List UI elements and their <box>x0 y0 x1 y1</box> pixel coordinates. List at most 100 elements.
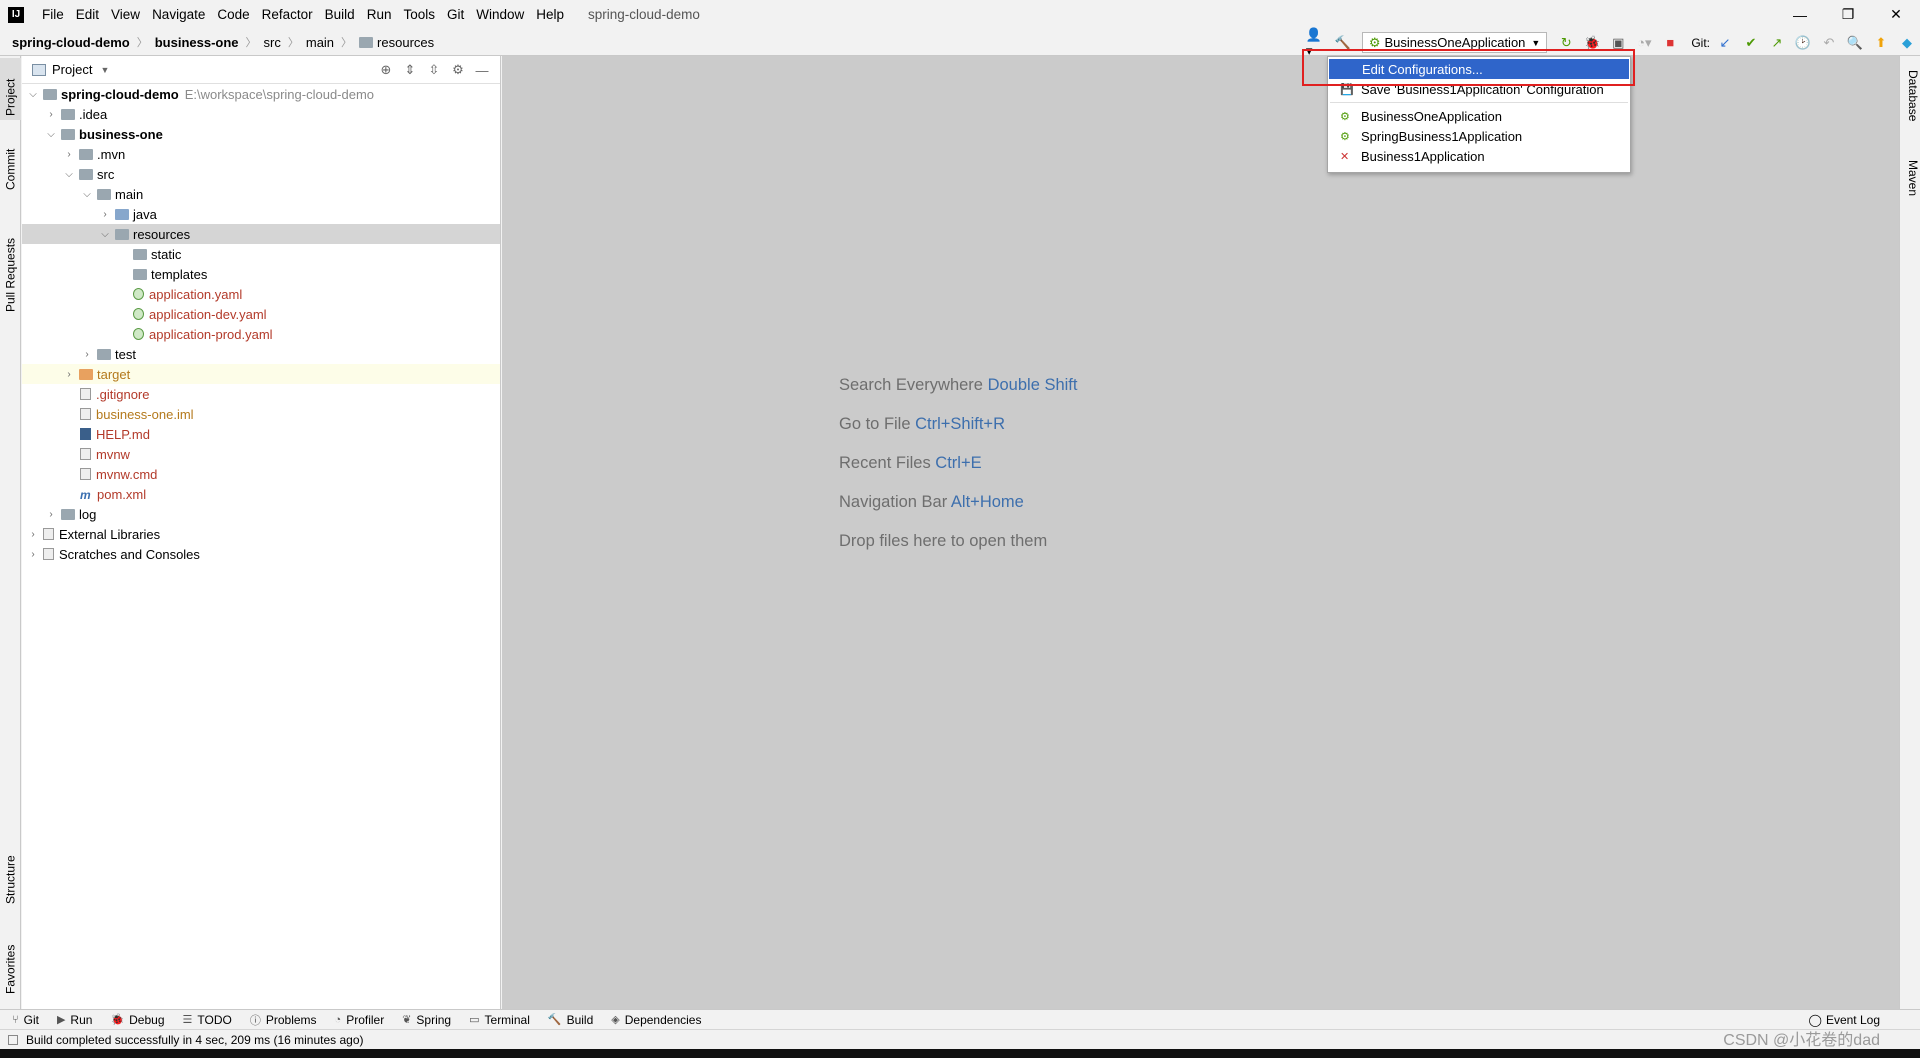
tab-database[interactable]: Database <box>1899 66 1920 136</box>
config-item-spring-business1[interactable]: ⚙ SpringBusiness1Application <box>1328 126 1630 146</box>
breadcrumb-main[interactable]: main <box>306 35 334 50</box>
search-icon[interactable]: 🔍 <box>1844 32 1866 54</box>
project-panel-title[interactable]: Project <box>52 62 92 77</box>
menu-build[interactable]: Build <box>319 7 361 22</box>
tree-node-test[interactable]: › test <box>22 344 500 364</box>
breadcrumb-project[interactable]: spring-cloud-demo <box>12 35 130 50</box>
history-icon[interactable]: 🕑 <box>1792 32 1814 54</box>
collapsed-arrow-icon[interactable]: › <box>62 369 76 380</box>
tab-profiler[interactable]: ◔ Profiler <box>335 1013 385 1027</box>
collapsed-arrow-icon[interactable]: › <box>62 149 76 160</box>
hint-go-to-file: Go to File Ctrl+Shift+R <box>839 415 1005 434</box>
expanded-arrow-icon[interactable]: ⌵ <box>62 169 76 180</box>
expanded-arrow-icon[interactable]: ⌵ <box>44 129 58 140</box>
jetbrains-icon[interactable]: ◆ <box>1896 32 1918 54</box>
tree-node-target[interactable]: › target <box>22 364 500 384</box>
tab-structure[interactable]: Structure <box>0 836 21 908</box>
editor-area[interactable]: Search Everywhere Double Shift Go to Fil… <box>502 56 1899 1009</box>
tree-node-application-prod-yaml[interactable]: application-prod.yaml <box>22 324 500 344</box>
tree-node-log[interactable]: › log <box>22 504 500 524</box>
tree-node-iml[interactable]: business-one.iml <box>22 404 500 424</box>
git-update-icon[interactable]: ↙ <box>1714 32 1736 54</box>
tree-node-external-libraries[interactable]: › External Libraries <box>22 524 500 544</box>
breadcrumb-src[interactable]: src <box>264 35 281 50</box>
tree-node-idea[interactable]: › .idea <box>22 104 500 124</box>
menu-window[interactable]: Window <box>470 7 530 22</box>
tree-node-help-md[interactable]: HELP.md <box>22 424 500 444</box>
expand-all-icon[interactable]: ⇕ <box>398 62 422 78</box>
tab-favorites[interactable]: Favorites <box>0 926 21 998</box>
minimize-button[interactable]: — <box>1776 0 1824 29</box>
menu-file[interactable]: File <box>36 7 70 22</box>
tab-project[interactable]: Project <box>0 58 21 120</box>
config-item-business1[interactable]: ✕ Business1Application <box>1328 146 1630 166</box>
collapsed-arrow-icon[interactable]: › <box>98 209 112 220</box>
tree-node-business-one[interactable]: ⌵ business-one <box>22 124 500 144</box>
git-push-icon[interactable]: ↗ <box>1766 32 1788 54</box>
chevron-down-icon[interactable]: ▼ <box>100 65 109 75</box>
menu-help[interactable]: Help <box>530 7 570 22</box>
hide-icon[interactable]: — <box>470 63 494 78</box>
rollback-icon[interactable]: ↶ <box>1818 32 1840 54</box>
collapsed-arrow-icon[interactable]: › <box>44 509 58 520</box>
locate-icon[interactable]: ⊕ <box>374 62 398 78</box>
expanded-arrow-icon[interactable]: ⌵ <box>80 189 94 200</box>
update-icon[interactable]: ⬆ <box>1870 32 1892 54</box>
gear-icon[interactable]: ⚙ <box>446 62 470 78</box>
tab-dependencies[interactable]: ◈ Dependencies <box>611 1013 701 1027</box>
collapsed-arrow-icon[interactable]: › <box>44 109 58 120</box>
tab-pull-requests[interactable]: Pull Requests <box>0 216 21 316</box>
tree-node-main[interactable]: ⌵ main <box>22 184 500 204</box>
profile-icon[interactable]: ◔▾ <box>1633 32 1655 54</box>
tab-git[interactable]: ⑂ Git <box>12 1013 39 1027</box>
git-commit-icon[interactable]: ✔ <box>1740 32 1762 54</box>
status-square-icon[interactable] <box>8 1034 18 1045</box>
tree-node-src[interactable]: ⌵ src <box>22 164 500 184</box>
tab-commit[interactable]: Commit <box>0 136 21 194</box>
tree-node-application-yaml[interactable]: application.yaml <box>22 284 500 304</box>
tree-node-gitignore[interactable]: .gitignore <box>22 384 500 404</box>
tab-terminal[interactable]: ▭ Terminal <box>469 1013 530 1027</box>
tab-maven[interactable]: Maven <box>1899 156 1920 216</box>
stop-icon[interactable]: ■ <box>1659 32 1681 54</box>
menu-code[interactable]: Code <box>211 7 255 22</box>
tab-spring[interactable]: ❦ Spring <box>402 1013 451 1027</box>
tab-problems[interactable]: ⓘ Problems <box>250 1012 317 1028</box>
expanded-arrow-icon[interactable]: ⌵ <box>26 89 40 100</box>
hint-key: Ctrl+Shift+R <box>915 415 1005 433</box>
collapse-all-icon[interactable]: ⇳ <box>422 62 446 78</box>
tree-node-resources[interactable]: ⌵ resources <box>22 224 500 244</box>
tree-node-mvn[interactable]: › .mvn <box>22 144 500 164</box>
tab-build[interactable]: 🔨 Build <box>548 1013 593 1027</box>
tree-node-scratches[interactable]: › Scratches and Consoles <box>22 544 500 564</box>
menu-git[interactable]: Git <box>441 7 470 22</box>
tree-node-static[interactable]: static <box>22 244 500 264</box>
tab-todo[interactable]: ☰ TODO <box>183 1013 232 1027</box>
tab-label: Profiler <box>346 1012 385 1027</box>
menu-edit[interactable]: Edit <box>70 7 105 22</box>
tree-node-mvnw-cmd[interactable]: mvnw.cmd <box>22 464 500 484</box>
menu-view[interactable]: View <box>105 7 146 22</box>
tree-node-project-root[interactable]: ⌵ spring-cloud-demo E:\workspace\spring-cl… <box>22 84 500 104</box>
tree-node-templates[interactable]: templates <box>22 264 500 284</box>
menu-refactor[interactable]: Refactor <box>256 7 319 22</box>
close-button[interactable]: ✕ <box>1872 0 1920 29</box>
config-item-business-one[interactable]: ⚙ BusinessOneApplication <box>1328 106 1630 126</box>
expanded-arrow-icon[interactable]: ⌵ <box>98 229 112 240</box>
collapsed-arrow-icon[interactable]: › <box>26 529 40 540</box>
tree-node-mvnw[interactable]: mvnw <box>22 444 500 464</box>
menu-run[interactable]: Run <box>361 7 398 22</box>
tab-debug[interactable]: 🐞 Debug <box>110 1013 164 1027</box>
breadcrumb-resources-item[interactable]: resources <box>359 35 434 50</box>
tree-node-pom-xml[interactable]: m pom.xml <box>22 484 500 504</box>
menu-tools[interactable]: Tools <box>397 7 441 22</box>
collapsed-arrow-icon[interactable]: › <box>26 549 40 560</box>
tab-run[interactable]: ▶ Run <box>57 1013 92 1027</box>
restore-button[interactable]: ❐ <box>1824 0 1872 29</box>
collapsed-arrow-icon[interactable]: › <box>80 349 94 360</box>
info-icon: ⓘ <box>249 1014 261 1027</box>
tree-node-java[interactable]: › java <box>22 204 500 224</box>
tree-node-application-dev-yaml[interactable]: application-dev.yaml <box>22 304 500 324</box>
breadcrumb-module[interactable]: business-one <box>155 35 239 50</box>
menu-navigate[interactable]: Navigate <box>146 7 211 22</box>
